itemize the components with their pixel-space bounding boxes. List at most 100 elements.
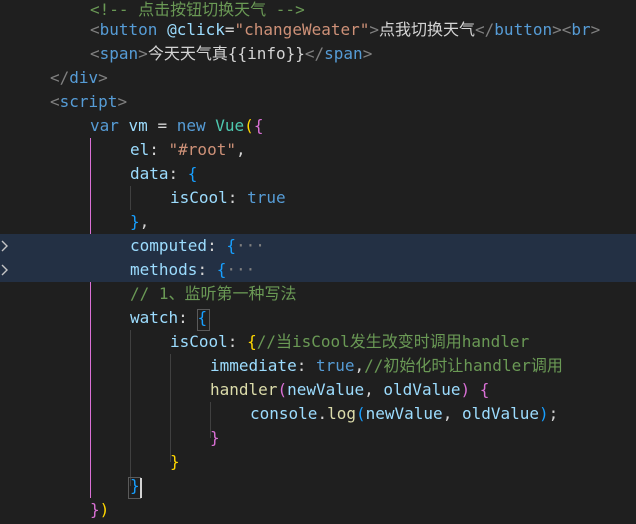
code-line[interactable]: isCool: {//当isCool发生改变时调用handler	[0, 330, 636, 354]
code-token: <!-- 点击按钮切换天气 -->	[90, 0, 305, 19]
code-token: .	[317, 404, 328, 423]
code-line[interactable]: data: {	[0, 162, 636, 186]
code-token: </	[304, 44, 325, 63]
code-token: script	[59, 92, 118, 111]
code-line-content: computed: {···	[130, 234, 265, 258]
code-token: div	[69, 68, 99, 87]
code-line-content: <script>	[50, 90, 127, 114]
chevron-right-icon[interactable]	[0, 258, 10, 282]
code-token: </	[50, 68, 70, 87]
code-line-content: data: {	[130, 162, 197, 186]
code-token: console	[250, 404, 318, 423]
code-token: ,	[364, 380, 384, 399]
code-line[interactable]: },	[0, 210, 636, 234]
code-token: newValue	[287, 380, 365, 399]
code-token: new	[176, 116, 206, 135]
code-line[interactable]: watch: {	[0, 306, 636, 330]
code-line[interactable]: methods: {···	[0, 258, 636, 282]
folded-region-marker[interactable]: ···	[236, 236, 265, 255]
code-line[interactable]: })	[0, 498, 636, 522]
code-token: <	[90, 20, 100, 39]
code-token: )	[460, 380, 471, 399]
code-line[interactable]: </div>	[0, 66, 636, 90]
code-token: <	[561, 20, 572, 39]
code-line-content: </div>	[50, 66, 108, 90]
folded-region-marker[interactable]: ···	[226, 260, 255, 279]
code-token: "#root"	[168, 140, 236, 159]
code-line-content: watch: {	[130, 306, 207, 330]
code-token: @click	[167, 20, 225, 39]
code-token: </	[475, 20, 495, 39]
code-token: :	[227, 188, 248, 207]
code-token: :	[227, 332, 248, 351]
code-token: {	[479, 380, 490, 399]
code-token: :	[149, 140, 169, 159]
code-token: button	[494, 20, 553, 39]
code-line[interactable]: handler(newValue, oldValue) {	[0, 378, 636, 402]
code-token: newValue	[365, 404, 443, 423]
code-line[interactable]: computed: {···	[0, 234, 636, 258]
code-line[interactable]: <script>	[0, 90, 636, 114]
code-token: {	[226, 236, 236, 255]
code-line-content: handler(newValue, oldValue) {	[210, 378, 489, 402]
code-token: >	[369, 20, 380, 39]
code-token: el	[130, 140, 150, 159]
code-line[interactable]: <span>今天天气真{{info}}</span>	[0, 42, 636, 66]
code-token: }	[210, 428, 220, 447]
code-token: }	[130, 212, 140, 231]
code-line-content: // 1、监听第一种写法	[130, 282, 297, 306]
code-token: "changeWeater"	[234, 20, 370, 39]
code-editor[interactable]: <!-- 点击按钮切换天气 --> <button @click="changeW…	[0, 0, 636, 524]
code-line[interactable]: }	[0, 426, 636, 450]
chevron-right-icon[interactable]	[0, 234, 10, 258]
code-token: span	[324, 44, 363, 63]
code-token: watch	[130, 308, 179, 327]
code-line[interactable]: <button @click="changeWeater">点我切换天气</bu…	[0, 18, 636, 42]
code-line-content: }	[210, 426, 220, 450]
code-token: isCool	[170, 188, 228, 207]
code-token: oldValue	[383, 380, 461, 399]
code-token: {	[216, 260, 227, 279]
code-token: var	[90, 116, 119, 135]
code-line[interactable]: el: "#root",	[0, 138, 636, 162]
code-token: :	[296, 356, 316, 375]
code-token: :	[168, 164, 188, 183]
code-token: // 1、监听第一种写法	[130, 284, 297, 303]
text-cursor	[140, 478, 142, 498]
code-token: {	[247, 332, 257, 351]
code-token: //当isCool发生改变时调用handler	[256, 332, 530, 351]
code-token: (	[244, 116, 254, 135]
code-token: :	[207, 236, 227, 255]
code-line[interactable]: console.log(newValue, oldValue);	[0, 402, 636, 426]
code-line[interactable]: }	[0, 450, 636, 474]
code-line[interactable]: immediate: true,//初始化时让handler调用	[0, 354, 636, 378]
code-token: <	[50, 92, 60, 111]
code-token: //初始化时让handler调用	[364, 356, 563, 375]
code-token: {	[253, 116, 264, 135]
code-token: methods	[130, 260, 198, 279]
code-token: >	[362, 44, 373, 63]
code-line-content: })	[90, 498, 109, 522]
code-line[interactable]: }	[0, 474, 636, 498]
code-token: ,	[139, 212, 150, 231]
code-token: 点我切换天气	[379, 20, 476, 39]
code-line-content: methods: {···	[130, 258, 255, 282]
code-line[interactable]: // 1、监听第一种写法	[0, 282, 636, 306]
code-token: handler	[210, 380, 278, 399]
code-token: (	[355, 404, 366, 423]
code-token: immediate	[210, 356, 297, 375]
code-line[interactable]: var vm = new Vue({	[0, 114, 636, 138]
code-token: data	[130, 164, 169, 183]
code-token: >	[117, 92, 128, 111]
code-line[interactable]: isCool: true	[0, 186, 636, 210]
code-token: }	[90, 500, 100, 519]
code-token: span	[99, 44, 139, 63]
code-token: <	[90, 44, 100, 63]
code-token: ,	[235, 140, 246, 159]
code-line-content: isCool: true	[170, 186, 286, 210]
code-token: >	[552, 20, 562, 39]
code-token: isCool	[170, 332, 228, 351]
